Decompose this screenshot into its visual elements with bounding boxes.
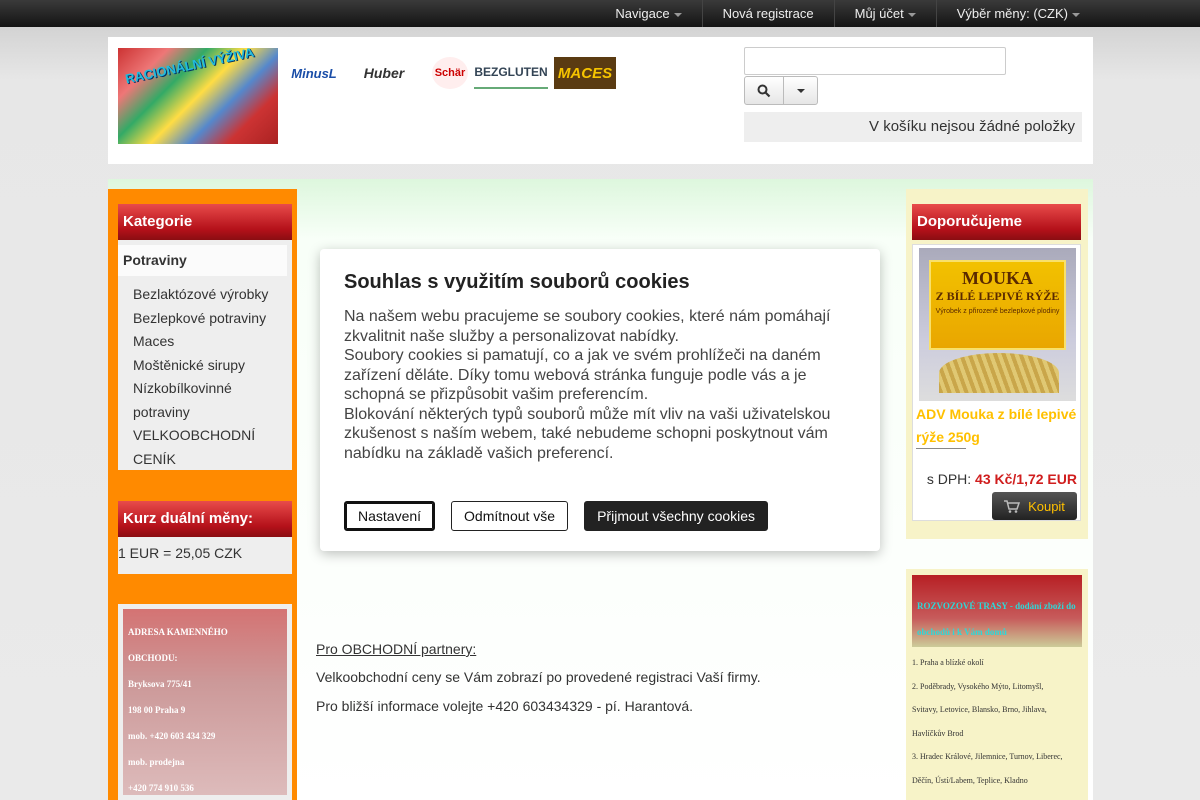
rice-grain-illustration	[939, 353, 1059, 393]
brand-logos: MinusL Huber Schär BEZGLUTEN MACES	[291, 57, 616, 89]
recommend-title: Doporučujeme	[912, 204, 1081, 240]
package-label-line: MOUKA	[962, 268, 1033, 288]
categories-panel: Kategorie Potraviny Bezlaktózové výrobky…	[118, 204, 292, 470]
shop-logo-photo[interactable]: RACIONÁLNÍ VÝŽIVA	[118, 48, 278, 144]
nav-currency-label: Výběr měny: (CZK)	[956, 5, 1068, 21]
category-potraviny[interactable]: Potraviny	[118, 245, 287, 276]
search-input[interactable]	[744, 47, 1006, 75]
cookie-accept-all-button[interactable]: Přijmout všechny cookies	[584, 501, 769, 531]
nav-currency-menu[interactable]: Výběr měny: (CZK)	[935, 0, 1100, 27]
logo-bezgluten[interactable]: BEZGLUTEN	[474, 57, 548, 89]
route-item: Havlíčkův Brod	[912, 728, 964, 738]
cart-summary[interactable]: V košíku nejsou žádné položky	[744, 112, 1082, 142]
logo-maces[interactable]: MACES	[554, 57, 616, 89]
nav-my-account-menu[interactable]: Můj účet	[833, 0, 936, 27]
subcategory-item[interactable]: Bezlepkové potraviny	[133, 307, 292, 331]
right-sidebar: Doporučujeme MOUKA Z BÍLÉ LEPIVÉ RÝŽE Vý…	[906, 189, 1088, 539]
currency-rate-title: Kurz duální měny:	[118, 501, 292, 537]
route-item: Svitavy, Letovice, Blansko, Brno, Jihlav…	[912, 705, 1047, 714]
photo-title: RACIONÁLNÍ VÝŽIVA	[123, 48, 256, 87]
product-package-label: MOUKA Z BÍLÉ LEPIVÉ RÝŽE Výrobek z přiro…	[929, 260, 1066, 350]
package-label-line: Z BÍLÉ LEPIVÉ RÝŽE	[935, 289, 1060, 303]
address-line: Bryksova 775/41	[128, 679, 192, 689]
nav-my-account-label: Můj účet	[854, 5, 904, 21]
subcategory-item[interactable]: Bezlaktózové výrobky	[133, 283, 292, 307]
product-card: MOUKA Z BÍLÉ LEPIVÉ RÝŽE Výrobek z přiro…	[912, 244, 1081, 521]
partners-info-contact: Pro bližší informace volejte +420 603434…	[316, 698, 694, 714]
currency-rate-value: 1 EUR = 25,05 CZK	[118, 545, 243, 561]
address-line: 198 00 Praha 9	[128, 705, 186, 715]
routes-title: ROZVOZOVÉ TRASY - dodání zboží do obchod…	[912, 575, 1082, 647]
top-navigation: Navigace Nová registrace Můj účet Výběr …	[595, 0, 1100, 27]
address-line: ADRESA KAMENNÉHO	[128, 627, 228, 637]
cookie-paragraph: Soubory cookies si pamatují, co a jak ve…	[344, 347, 821, 403]
subcategory-item[interactable]: Maces	[133, 330, 292, 354]
product-price: s DPH: 43 Kč/1,72 EUR	[927, 471, 1077, 487]
cookie-paragraph: Na našem webu pracujeme se soubory cooki…	[344, 308, 831, 345]
cookie-dialog-text: Na našem webu pracujeme se soubory cooki…	[344, 307, 856, 463]
product-name-link[interactable]: ADV Mouka z bílé lepivé rýže 250g	[916, 403, 1081, 449]
buy-button[interactable]: Koupit	[992, 492, 1077, 520]
top-bar: Navigace Nová registrace Můj účet Výběr …	[0, 0, 1200, 27]
divider	[916, 448, 966, 449]
routes-panel: ROZVOZOVÉ TRASY - dodání zboží do obchod…	[906, 569, 1088, 800]
cookie-dialog-buttons: Nastavení Odmítnout vše Přijmout všechny…	[344, 501, 769, 531]
route-item: 1. Praha a blízké okolí	[912, 658, 984, 667]
chevron-down-icon	[673, 12, 682, 17]
cookie-dialog-title: Souhlas s využitím souborů cookies	[344, 271, 690, 293]
chevron-down-icon	[907, 12, 916, 17]
categories-title: Kategorie	[118, 204, 292, 240]
address-panel: ADRESA KAMENNÉHO OBCHODU: Bryksova 775/4…	[118, 604, 292, 800]
search-button[interactable]	[744, 76, 784, 105]
left-sidebar: Kategorie Potraviny Bezlaktózové výrobky…	[108, 189, 297, 800]
price-value: 43 Kč/1,72 EUR	[975, 471, 1077, 487]
address-line: OBCHODU:	[128, 653, 178, 663]
chevron-down-icon	[796, 88, 805, 93]
currency-rate-panel: Kurz duální měny: 1 EUR = 25,05 CZK	[118, 501, 292, 574]
cart-icon	[1004, 499, 1021, 513]
nav-navigace-label: Navigace	[615, 5, 670, 21]
logo-schar[interactable]: Schär	[432, 57, 468, 89]
subcategory-item[interactable]: potraviny	[133, 401, 292, 425]
search-icon	[757, 84, 771, 97]
site-header: RACIONÁLNÍ VÝŽIVA MinusL Huber Schär BEZ…	[108, 37, 1093, 164]
route-item: 3. Hradec Králové, Jilemnice, Turnov, Li…	[912, 752, 1063, 761]
nav-navigace-menu[interactable]: Navigace	[595, 0, 701, 27]
cookie-paragraph: Blokování některých typů souborů může mí…	[344, 405, 831, 462]
buy-label: Koupit	[1028, 498, 1065, 514]
address-line: mob. prodejna	[128, 757, 185, 767]
route-item: Děčín, Ústí/Labem, Teplice, Kladno	[912, 775, 1028, 785]
address-block: ADRESA KAMENNÉHO OBCHODU: Bryksova 775/4…	[123, 609, 287, 795]
nav-registration-link[interactable]: Nová registrace	[701, 0, 834, 27]
logo-huber[interactable]: Huber	[342, 57, 426, 89]
subcategory-item[interactable]: Nízkobílkovinné	[133, 377, 292, 401]
subcategory-item[interactable]: VELKOOBCHODNÍ	[133, 424, 292, 448]
route-item: 2. Poděbrady, Vysokého Mýto, Litomyšl,	[912, 681, 1044, 691]
subcategory-item[interactable]: CENÍK	[133, 448, 292, 472]
subcategory-item[interactable]: Moštěnické sirupy	[133, 354, 292, 378]
partners-info-registration: Velkoobchodní ceny se Vám zobrazí po pro…	[316, 669, 761, 685]
partners-title: Pro OBCHODNÍ partnery:	[316, 641, 477, 657]
logo-minusl[interactable]: MinusL	[291, 57, 337, 89]
product-image[interactable]: MOUKA Z BÍLÉ LEPIVÉ RÝŽE Výrobek z přiro…	[919, 248, 1076, 401]
search-options-dropdown[interactable]	[783, 76, 818, 105]
address-line: mob. +420 603 434 329	[128, 731, 216, 741]
cookie-consent-dialog: Souhlas s využitím souborů cookies Na na…	[320, 249, 880, 551]
recommend-panel: Doporučujeme MOUKA Z BÍLÉ LEPIVÉ RÝŽE Vý…	[912, 204, 1081, 521]
price-prefix: s DPH:	[926, 471, 972, 487]
nav-registration-label: Nová registrace	[722, 5, 814, 21]
cookie-reject-all-button[interactable]: Odmítnout vše	[451, 501, 569, 531]
subcategory-list: Bezlaktózové výrobky Bezlepkové potravin…	[118, 276, 292, 471]
package-label-line: Výrobek z přirozeně bezlepkové plodiny	[935, 308, 1060, 315]
cookie-settings-button[interactable]: Nastavení	[344, 501, 436, 531]
address-line: +420 774 910 536	[128, 783, 194, 793]
routes-list: 1. Praha a blízké okolí 2. Poděbrady, Vy…	[912, 647, 1082, 792]
chevron-down-icon	[1072, 12, 1080, 17]
